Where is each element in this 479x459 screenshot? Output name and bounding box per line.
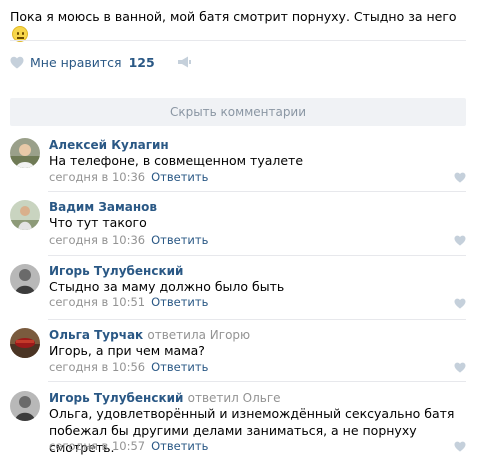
comment-item: Игорь Тулубенский ответил Ольге Ольга, у… [10, 389, 466, 457]
comment-meta: сегодня в 10:36 Ответить [49, 170, 208, 184]
like-button[interactable]: Мне нравится [30, 55, 122, 70]
comment-time[interactable]: сегодня в 10:51 [49, 295, 145, 309]
comment-author[interactable]: Ольга Турчак ответила Игорю [49, 328, 250, 342]
reply-to-label[interactable]: ответил Ольге [188, 391, 281, 405]
avatar[interactable] [10, 138, 40, 168]
comment-time[interactable]: сегодня в 10:36 [49, 233, 145, 247]
comment-item: Ольга Турчак ответила Игорю Игорь, а при… [10, 326, 466, 382]
comment-meta: сегодня в 10:51 Ответить [49, 295, 208, 309]
heart-icon[interactable] [454, 441, 466, 452]
heart-icon[interactable] [454, 362, 466, 373]
comment-text: На телефоне, в совмещенном туалете [49, 153, 304, 168]
heart-icon[interactable] [10, 56, 24, 69]
comment-time[interactable]: сегодня в 10:36 [49, 170, 145, 184]
avatar[interactable] [10, 200, 40, 230]
reply-button[interactable]: Ответить [151, 170, 208, 184]
reply-button[interactable]: Ответить [151, 439, 208, 453]
comment-divider [48, 191, 466, 192]
comment-item: Алексей Кулагин На телефоне, в совмещенн… [10, 136, 466, 192]
hide-comments-label: Скрыть комментарии [169, 105, 307, 119]
comment-time[interactable]: сегодня в 10:57 [49, 439, 145, 453]
heart-icon[interactable] [454, 172, 466, 183]
comment-meta: сегодня в 10:36 Ответить [49, 233, 208, 247]
comment-author[interactable]: Игорь Тулубенский ответил Ольге [49, 391, 281, 405]
comment-time[interactable]: сегодня в 10:56 [49, 360, 145, 374]
comment-text: Стыдно за маму должно было быть [49, 279, 285, 294]
avatar[interactable] [10, 391, 40, 421]
hide-comments-button[interactable]: Скрыть комментарии [10, 98, 466, 126]
heart-icon[interactable] [454, 298, 466, 309]
comment-author[interactable]: Игорь Тулубенский [49, 264, 183, 278]
avatar[interactable] [10, 328, 40, 358]
comment-meta: сегодня в 10:57 Ответить [49, 439, 208, 453]
like-count[interactable]: 125 [129, 55, 155, 70]
post-body: Пока я моюсь в ванной, мой батя смотрит … [10, 9, 457, 24]
share-icon[interactable] [177, 56, 191, 68]
post-divider [10, 40, 466, 41]
reply-to-label[interactable]: ответила Игорю [147, 328, 250, 342]
comment-author[interactable]: Алексей Кулагин [49, 138, 169, 152]
post-text: Пока я моюсь в ванной, мой батя смотрит … [10, 8, 470, 44]
comment-meta: сегодня в 10:56 Ответить [49, 360, 208, 374]
post-actions: Мне нравится 125 [10, 53, 191, 71]
comment-item: Вадим Заманов Что тут такого сегодня в 1… [10, 200, 466, 256]
avatar[interactable] [10, 264, 40, 294]
reply-button[interactable]: Ответить [151, 295, 208, 309]
reply-button[interactable]: Ответить [151, 360, 208, 374]
comment-text: Игорь, а при чем мама? [49, 343, 205, 358]
comment-divider [48, 255, 466, 256]
comment-author[interactable]: Вадим Заманов [49, 200, 157, 214]
reply-button[interactable]: Ответить [151, 233, 208, 247]
comment-divider [48, 381, 466, 382]
comment-text: Что тут такого [49, 215, 147, 230]
comment-item: Игорь Тулубенский Стыдно за маму должно … [10, 264, 466, 320]
comment-divider [48, 319, 466, 320]
heart-icon[interactable] [454, 235, 466, 246]
